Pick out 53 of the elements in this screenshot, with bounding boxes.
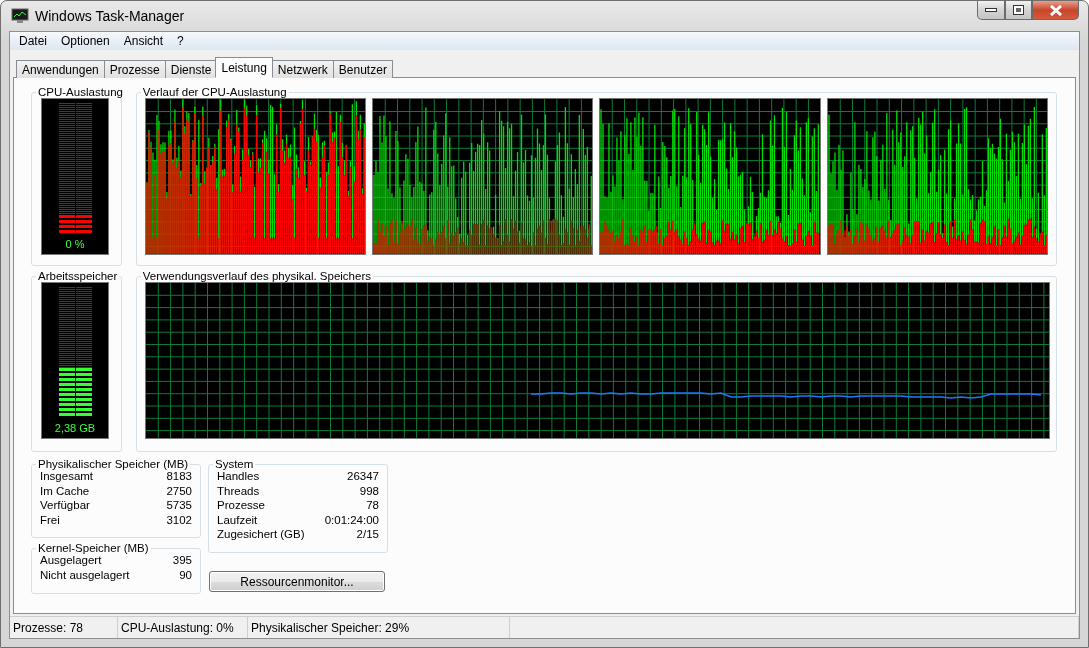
status-text: CPU-Auslastung: 0%	[118, 617, 248, 638]
info-value: 78	[365, 499, 379, 513]
info-label: Zugesichert (GB)	[217, 528, 306, 542]
info-label: Laufzeit	[217, 513, 259, 527]
info-label: Threads	[217, 484, 261, 498]
info-label: Ausgelagert	[40, 554, 103, 568]
menu-item[interactable]: Datei	[12, 34, 54, 48]
group-title: Arbeitsspeicher	[37, 270, 119, 282]
info-value: 8183	[166, 470, 192, 484]
info-value: 395	[172, 554, 192, 568]
info-label: Nicht ausgelagert	[40, 568, 131, 582]
meter-reading: 0 %	[65, 238, 85, 250]
group-title: Physikalischer Speicher (MB)	[37, 458, 190, 470]
info-value: 998	[358, 484, 379, 498]
close-button[interactable]	[1032, 1, 1079, 20]
info-label: Verfügbar	[40, 499, 91, 513]
tab[interactable]: Anwendungen	[16, 60, 105, 78]
monitor-icon	[11, 8, 29, 24]
tab[interactable]: Leistung	[215, 57, 273, 78]
group-title: Kernel-Speicher (MB)	[37, 542, 150, 554]
tab[interactable]: Dienste	[164, 60, 218, 78]
info-label: Frei	[40, 513, 61, 527]
status-text: Physikalischer Speicher: 29%	[248, 617, 510, 638]
maximize-button[interactable]	[1005, 1, 1032, 20]
close-icon	[1048, 4, 1063, 16]
info-value: 2750	[166, 484, 192, 498]
group-title: Verlauf der CPU-Auslastung	[141, 86, 288, 98]
info-label: Insgesamt	[40, 470, 95, 484]
info-label: Im Cache	[40, 484, 91, 498]
info-value: 2/15	[355, 528, 379, 542]
maximize-icon	[1013, 5, 1024, 15]
meter-reading: 2,38 GB	[54, 422, 96, 434]
status-text: Prozesse: 78	[10, 617, 118, 638]
info-label: Prozesse	[217, 499, 266, 513]
tab[interactable]: Benutzer	[332, 60, 393, 78]
info-value: 3102	[166, 513, 192, 527]
group-title: Verwendungsverlauf des physikal. Speichers	[141, 270, 372, 282]
minimize-button[interactable]	[977, 1, 1005, 20]
tab[interactable]: Prozesse	[103, 60, 166, 78]
resource-monitor-button[interactable]: Ressourcenmonitor...	[209, 571, 385, 592]
info-value: 5735	[166, 499, 192, 513]
group-title: System	[214, 458, 255, 470]
info-value: 26347	[346, 470, 379, 484]
group-title: CPU-Auslastung	[37, 86, 124, 98]
info-value: 90	[178, 568, 192, 582]
minimize-icon	[985, 7, 997, 13]
info-label: Handles	[217, 470, 261, 484]
window-title: Windows Task-Manager	[35, 8, 186, 24]
menu-item[interactable]: Ansicht	[116, 34, 171, 48]
tab[interactable]: Netzwerk	[271, 60, 334, 78]
menu-item[interactable]: ?	[170, 34, 191, 48]
menu-item[interactable]: Optionen	[54, 34, 117, 48]
info-value: 0:01:24:00	[324, 513, 379, 527]
